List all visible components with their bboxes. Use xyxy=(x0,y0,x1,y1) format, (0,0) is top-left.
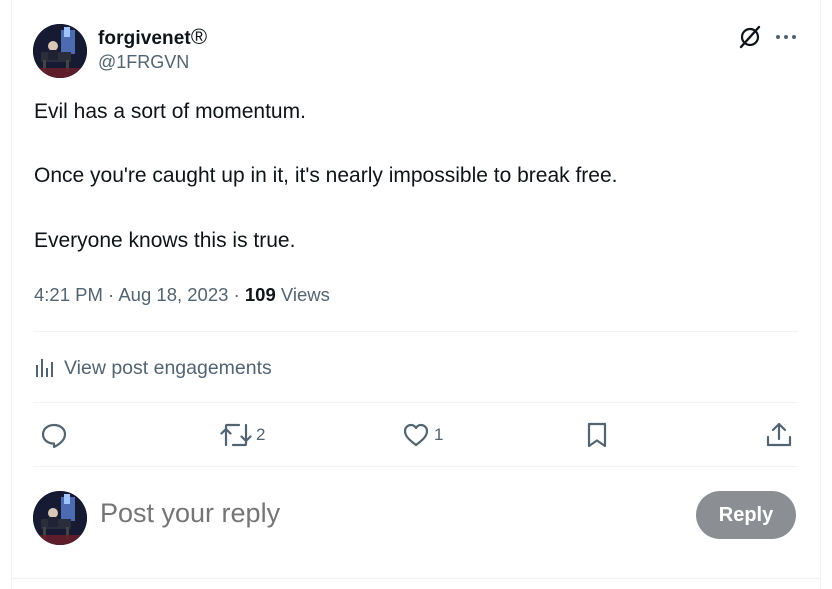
view-engagements-link[interactable]: View post engagements xyxy=(34,354,272,382)
author-handle[interactable]: @1FRGVN xyxy=(98,52,189,73)
post-text-line-1: Evil has a sort of momentum. xyxy=(34,100,306,123)
post-text-line-2: Once you're caught up in it, it's nearly… xyxy=(34,164,618,187)
reply-input[interactable] xyxy=(100,498,660,529)
current-user-avatar[interactable] xyxy=(33,491,87,545)
view-engagements-label: View post engagements xyxy=(64,356,272,379)
reply-action-button[interactable] xyxy=(40,420,68,450)
bookmark-icon xyxy=(587,422,607,448)
like-count: 1 xyxy=(434,425,444,444)
share-icon xyxy=(766,422,792,447)
author-avatar[interactable] xyxy=(33,24,87,78)
like-action-button[interactable]: 1 xyxy=(402,420,443,450)
heart-icon xyxy=(403,423,429,447)
meta-separator: · xyxy=(108,284,115,305)
repost-count: 2 xyxy=(256,425,266,444)
grok-icon[interactable] xyxy=(737,24,763,55)
post-time[interactable]: 4:21 PM xyxy=(34,284,103,305)
more-options-icon[interactable] xyxy=(774,28,798,51)
display-name-text: forgivenet xyxy=(98,28,191,49)
repost-action-button[interactable]: 2 xyxy=(220,420,265,450)
post-text-line-3: Everyone knows this is true. xyxy=(34,229,296,252)
post-bottom-border xyxy=(11,578,821,579)
registered-mark: ® xyxy=(190,24,208,49)
meta-separator: · xyxy=(233,284,240,305)
views-count: 109 xyxy=(244,284,276,305)
bookmark-action-button[interactable] xyxy=(585,420,609,450)
repost-icon xyxy=(220,423,252,447)
speech-bubble-icon xyxy=(41,423,67,449)
share-action-button[interactable] xyxy=(765,420,793,450)
analytics-icon xyxy=(36,359,53,377)
divider xyxy=(33,331,798,332)
divider xyxy=(33,466,798,467)
post-date[interactable]: Aug 18, 2023 xyxy=(118,284,228,305)
author-display-name[interactable]: forgivenet® xyxy=(98,24,207,50)
post-metadata: 4:21 PM · Aug 18, 2023 · 109 Views xyxy=(34,284,330,306)
divider xyxy=(33,402,798,403)
views-label: Views xyxy=(280,284,330,305)
reply-button[interactable]: Reply xyxy=(696,491,796,539)
